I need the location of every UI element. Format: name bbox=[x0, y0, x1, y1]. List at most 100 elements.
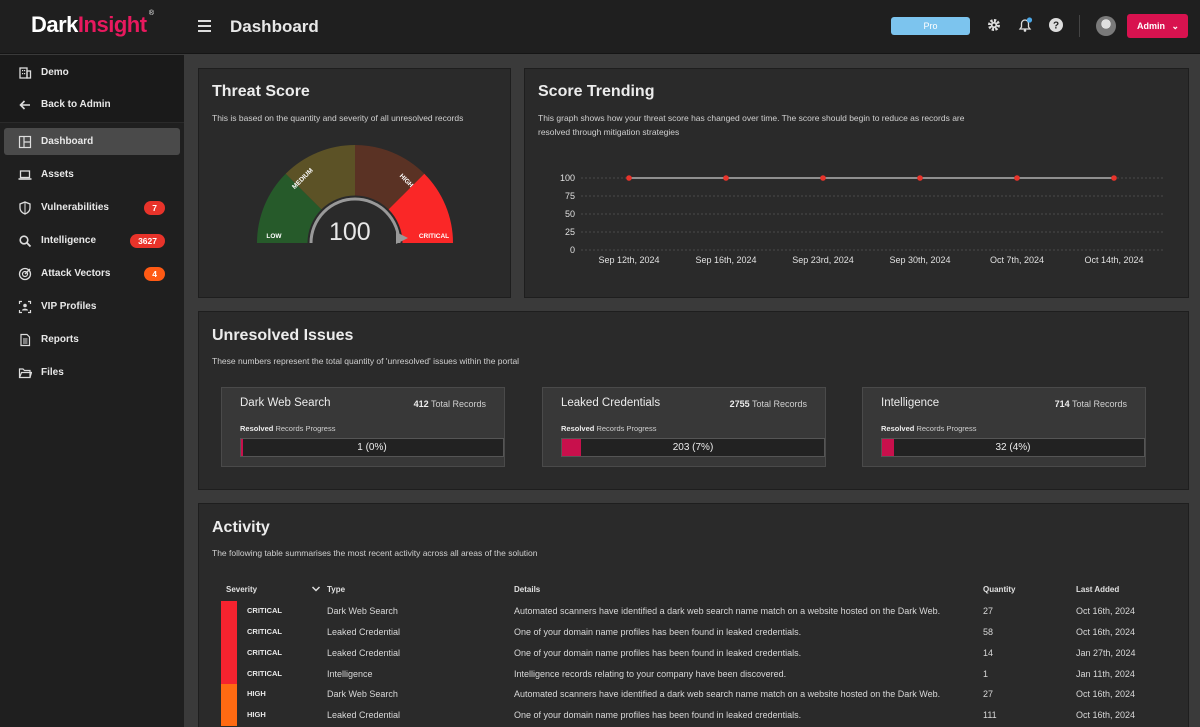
issue-card-intelligence[interactable]: Intelligence 714 Total Records Resolved … bbox=[862, 387, 1146, 467]
severity-color-bar bbox=[221, 684, 237, 705]
sidebar-item-demo[interactable]: Demo bbox=[4, 59, 180, 86]
data-point[interactable] bbox=[626, 175, 632, 181]
issue-card-leaked-credentials[interactable]: Leaked Credentials 2755 Total Records Re… bbox=[542, 387, 826, 467]
page-title: Dashboard bbox=[230, 17, 319, 36]
bell-icon[interactable] bbox=[1017, 17, 1033, 33]
unresolved-issues-description: These numbers represent the total quanti… bbox=[212, 356, 520, 366]
report-icon bbox=[20, 333, 31, 347]
unresolved-issues-title: Unresolved Issues bbox=[212, 327, 354, 344]
progress-bar: 32 (4%) bbox=[881, 438, 1145, 457]
x-tick-label: Sep 30th, 2024 bbox=[889, 255, 950, 265]
gauge-label-critical: CRITICAL bbox=[419, 233, 449, 240]
menu-toggle-icon[interactable] bbox=[198, 20, 211, 32]
data-point[interactable] bbox=[820, 175, 826, 181]
score-trending-description: This graph shows how your threat score h… bbox=[538, 113, 965, 137]
sidebar-item-vulnerabilities[interactable]: Vulnerabilities 7 bbox=[4, 194, 180, 221]
card-total-records: 714 Total Records bbox=[1055, 399, 1127, 409]
card-title: Leaked Credentials bbox=[561, 397, 661, 409]
quantity-cell: 111 bbox=[983, 710, 997, 720]
data-point[interactable] bbox=[917, 175, 923, 181]
y-tick-label: 25 bbox=[565, 227, 575, 237]
type-cell: Dark Web Search bbox=[327, 606, 398, 616]
card-total-suffix: Total Records bbox=[1069, 399, 1127, 409]
progress-bar-text: 32 (4%) bbox=[995, 442, 1031, 453]
help-icon[interactable]: ? bbox=[1048, 17, 1064, 33]
card-title: Intelligence bbox=[881, 397, 940, 409]
details-cell: One of your domain name profiles has bee… bbox=[514, 627, 802, 637]
details-cell: Automated scanners have identified a dar… bbox=[514, 606, 941, 616]
logo[interactable]: DarkInsight ® bbox=[31, 10, 154, 38]
avatar[interactable] bbox=[1096, 16, 1116, 36]
data-point[interactable] bbox=[1111, 175, 1117, 181]
sidebar-item-label: Demo bbox=[41, 67, 69, 78]
column-header-quantity[interactable]: Quantity bbox=[983, 585, 1015, 594]
back-to-admin-link[interactable]: Back to Admin bbox=[4, 91, 180, 118]
progress-bar: 203 (7%) bbox=[561, 438, 825, 457]
card-progress-label: Resolved Records Progress bbox=[561, 424, 656, 433]
issue-card-dark-web-search[interactable]: Dark Web Search 412 Total Records Resolv… bbox=[221, 387, 505, 467]
column-header-details[interactable]: Details bbox=[514, 585, 540, 594]
arrow-left-icon bbox=[19, 100, 30, 110]
resolved-word: Resolved bbox=[240, 424, 274, 433]
sidebar-item-intelligence[interactable]: Intelligence 3627 bbox=[4, 227, 180, 254]
details-cell: Automated scanners have identified a dar… bbox=[514, 689, 941, 699]
dashboard-icon bbox=[18, 135, 32, 149]
x-tick-label: Sep 23rd, 2024 bbox=[792, 255, 854, 265]
progress-bar-text: 203 (7%) bbox=[672, 442, 714, 453]
sidebar-item-dashboard[interactable]: Dashboard bbox=[4, 128, 180, 155]
column-header-last-added[interactable]: Last Added bbox=[1076, 585, 1119, 594]
table-row[interactable]: CRITICAL Dark Web Search Automated scanner… bbox=[221, 601, 1151, 622]
logo-dark-text: Dark bbox=[31, 12, 78, 37]
progress-bar: 1 (0%) bbox=[240, 438, 504, 457]
threat-score-title: Threat Score bbox=[212, 83, 310, 100]
card-total-value: 714 bbox=[1054, 399, 1070, 409]
table-row[interactable]: CRITICAL Leaked Credential One of your dom… bbox=[221, 622, 1151, 643]
admin-menu-button[interactable]: Admin ⌄ bbox=[1127, 14, 1188, 38]
table-row[interactable]: CRITICAL Intelligence Intelligence records… bbox=[221, 664, 1151, 685]
folder-icon bbox=[18, 368, 32, 379]
y-tick-label: 0 bbox=[570, 245, 575, 255]
y-tick-label: 75 bbox=[565, 191, 575, 201]
card-total-suffix: Total Records bbox=[428, 399, 486, 409]
table-row[interactable]: HIGH Leaked Credential One of your domain … bbox=[221, 705, 1151, 726]
sidebar-item-assets[interactable]: Assets bbox=[4, 161, 180, 188]
sidebar: Demo Back to Admin Dashboard Assets Vuln… bbox=[0, 55, 184, 727]
sidebar-item-label: Attack Vectors bbox=[41, 268, 111, 279]
severity-color-bar bbox=[221, 643, 237, 664]
laptop-icon bbox=[18, 170, 32, 180]
type-cell: Leaked Credential bbox=[327, 627, 401, 637]
x-tick-label: Sep 16th, 2024 bbox=[695, 255, 756, 265]
table-row[interactable]: CRITICAL Leaked Credential One of your dom… bbox=[221, 643, 1151, 664]
pro-badge-button[interactable]: Pro bbox=[891, 17, 970, 35]
y-tick-label: 50 bbox=[565, 209, 575, 219]
severity-label: CRITICAL bbox=[247, 627, 282, 636]
chevron-down-icon[interactable] bbox=[311, 585, 321, 593]
card-progress-label: Resolved Records Progress bbox=[240, 424, 335, 433]
admin-label: Admin bbox=[1137, 21, 1165, 31]
last-added-cell: Oct 16th, 2024 bbox=[1076, 627, 1136, 637]
details-cell: Intelligence records relating to your co… bbox=[514, 669, 787, 679]
column-header-type[interactable]: Type bbox=[327, 585, 345, 594]
sidebar-item-files[interactable]: Files bbox=[4, 359, 180, 386]
data-point[interactable] bbox=[1014, 175, 1020, 181]
sidebar-item-reports[interactable]: Reports bbox=[4, 326, 180, 353]
score-trending-title: Score Trending bbox=[538, 83, 655, 100]
sidebar-item-label: Dashboard bbox=[41, 136, 94, 147]
sidebar-item-label: Vulnerabilities bbox=[41, 202, 109, 213]
x-tick-label: Oct 7th, 2024 bbox=[990, 255, 1044, 265]
logo-registered-mark: ® bbox=[148, 10, 154, 17]
table-row[interactable]: HIGH Dark Web Search Automated scanners ha… bbox=[221, 684, 1151, 705]
quantity-cell: 27 bbox=[983, 606, 994, 616]
data-point[interactable] bbox=[723, 175, 729, 181]
column-header-severity[interactable]: Severity bbox=[226, 585, 257, 594]
severity-label: HIGH bbox=[247, 710, 266, 719]
records-progress-word: Records Progress bbox=[273, 424, 336, 433]
sidebar-item-vip-profiles[interactable]: VIP Profiles bbox=[4, 293, 180, 320]
x-tick-label: Oct 14th, 2024 bbox=[1084, 255, 1143, 265]
sidebar-item-attack-vectors[interactable]: Attack Vectors 4 bbox=[4, 260, 180, 287]
resolved-word: Resolved bbox=[881, 424, 915, 433]
card-title: Dark Web Search bbox=[240, 397, 331, 409]
svg-text:?: ? bbox=[1053, 21, 1059, 32]
details-cell: One of your domain name profiles has bee… bbox=[514, 710, 802, 720]
gear-icon[interactable] bbox=[986, 17, 1002, 33]
